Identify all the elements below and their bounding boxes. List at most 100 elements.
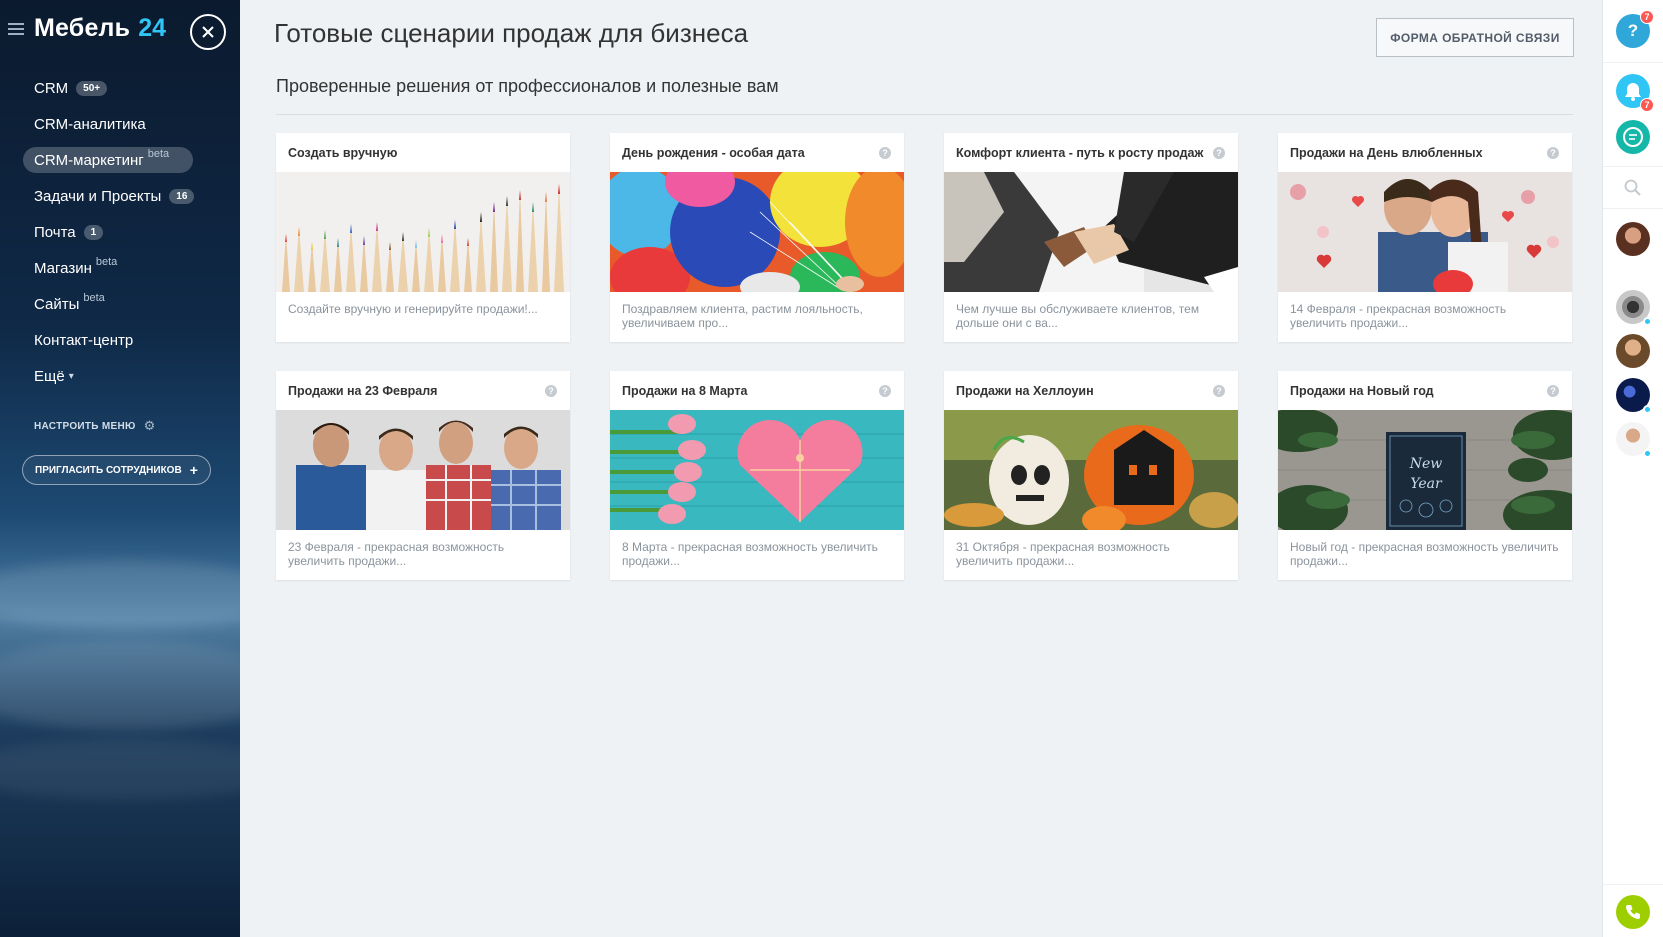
sidebar-item-label: Почта [34,223,76,241]
men-group-image [276,410,570,530]
sidebar-cloud-decor [0,560,240,630]
scenario-card[interactable]: Комфорт клиента - путь к росту продаж ? … [944,133,1238,342]
sidebar-item-label: Магазин [34,259,92,277]
scenario-card[interactable]: Продажи на Новый год ? New Year Новый го… [1278,371,1572,580]
feedback-form-button[interactable]: ФОРМА ОБРАТНОЙ СВЯЗИ [1376,18,1574,57]
card-title: Продажи на 8 Марта [622,383,748,398]
card-title: День рождения - особая дата [622,145,805,160]
close-button[interactable] [190,14,226,50]
sidebar-item-label: Задачи и Проекты [34,187,162,205]
sidebar-cloud-decor [0,740,240,800]
configure-menu-button[interactable]: НАСТРОИТЬ МЕНЮ ⚙ [34,418,156,434]
online-status-icon [1643,405,1652,414]
right-panel: ? 7 7 [1602,0,1663,937]
brand-name[interactable]: Мебель [34,14,130,43]
scenario-card[interactable]: Создать вручную Создайте вручную и генер… [276,133,570,342]
chevron-down-icon: ▾ [68,370,74,382]
card-description: 31 Октября - прекрасная возможность увел… [956,540,1170,568]
chat-button[interactable] [1616,120,1650,154]
handshake-image [944,172,1238,292]
sidebar-item-label: Ещё [34,367,65,385]
scenario-card[interactable]: Продажи на Хеллоуин ? 31 Октября - прекр… [944,371,1238,580]
help-icon[interactable]: ? [1213,384,1225,397]
gear-icon: ⚙ [143,418,156,433]
card-title: Продажи на Хеллоуин [956,383,1094,398]
avatar[interactable] [1616,378,1652,414]
page-subtitle: Проверенные решения от профессионалов и … [276,76,779,96]
sidebar-item-crm[interactable]: CRM 50+ [0,70,240,106]
card-description: 14 Февраля - прекрасная возможность увел… [1290,302,1507,330]
plus-icon: + [189,462,198,478]
avatar[interactable] [1616,290,1652,326]
invite-employees-button[interactable]: ПРИГЛАСИТЬ СОТРУДНИКОВ + [22,455,211,485]
avatar[interactable] [1616,422,1652,458]
hamburger-menu-icon[interactable] [8,22,24,35]
help-icon[interactable]: ? [545,384,557,397]
couple-image [1278,172,1572,292]
phone-button[interactable] [1616,895,1650,929]
card-title: Продажи на 23 Февраля [288,383,438,398]
search-button[interactable] [1623,178,1643,198]
brand: Мебель 24 [8,14,166,43]
left-sidebar: Мебель 24 CRM 50+ CRM-аналитика CRM-марк… [0,0,240,937]
help-icon[interactable]: ? [1213,146,1225,159]
card-title: Продажи на День влюбленных [1290,145,1483,160]
beta-label: beta [83,292,105,304]
card-title: Создать вручную [288,145,398,160]
help-badge: 7 [1640,10,1654,24]
avatar[interactable] [1616,334,1650,368]
help-icon[interactable]: ? [1547,146,1559,159]
phone-icon [1626,905,1640,919]
sidebar-item-contact-center[interactable]: Контакт-центр [0,322,240,358]
separator [1603,208,1663,209]
svg-text:Year: Year [1410,476,1443,492]
sidebar-item-crm-marketing[interactable]: CRM-маркетинг beta [0,142,240,178]
avatar[interactable] [1616,222,1650,256]
card-title: Комфорт клиента - путь к росту продаж [956,145,1204,160]
card-description: Создайте вручную и генерируйте продажи!.… [288,302,538,316]
sidebar-item-tasks[interactable]: Задачи и Проекты 16 [0,178,240,214]
main-content: Готовые сценарии продаж для бизнеса ФОРМ… [240,0,1602,937]
sidebar-item-label: Сайты [34,295,80,313]
sidebar-item-mail[interactable]: Почта 1 [0,214,240,250]
online-status-icon [1643,449,1652,458]
card-description: 8 Марта - прекрасная возможность увеличи… [622,540,878,568]
help-icon[interactable]: ? [879,384,891,397]
sidebar-item-label: CRM-маркетинг [34,151,144,169]
beta-label: beta [95,256,118,268]
help-icon[interactable]: ? [879,146,891,159]
sidebar-item-shop[interactable]: Магазин beta [0,250,240,286]
separator [1603,166,1663,167]
sidebar-item-label: CRM [34,79,69,97]
scenario-card[interactable]: Продажи на 23 Февраля ? 23 Февраля - пре… [276,371,570,580]
chat-icon [1623,127,1643,147]
help-button[interactable]: ? 7 [1616,10,1654,48]
help-icon[interactable]: ? [1547,384,1559,397]
beta-label: beta [147,148,170,160]
counter-badge: 1 [83,224,104,240]
sidebar-item-sites[interactable]: Сайты beta [0,286,240,322]
heart-box-image [610,410,904,530]
separator [1603,62,1663,63]
pumpkins-image [944,410,1238,530]
divider [276,114,1573,115]
configure-menu-label: НАСТРОИТЬ МЕНЮ [34,420,136,432]
card-description: Поздравляем клиента, растим лояльность, … [622,302,863,330]
page-title: Готовые сценарии продаж для бизнеса [274,18,749,48]
svg-text:New: New [1409,456,1443,472]
sidebar-cloud-decor [0,640,240,730]
brand-number[interactable]: 24 [138,14,166,43]
counter-badge: 50+ [76,80,108,96]
scenario-card[interactable]: Продажи на 8 Марта ? 8 Марта - прекрасна… [610,371,904,580]
sidebar-item-more[interactable]: Ещё ▾ [0,358,240,394]
scenario-card[interactable]: День рождения - особая дата ? Поздравляе… [610,133,904,342]
scenario-card[interactable]: Продажи на День влюбленных ? 14 Февраля … [1278,133,1572,342]
invite-label: ПРИГЛАСИТЬ СОТРУДНИКОВ [35,464,182,476]
close-icon [202,26,214,38]
sidebar-item-crm-analytics[interactable]: CRM-аналитика [0,106,240,142]
card-title: Продажи на Новый год [1290,383,1434,398]
online-status-icon [1643,317,1652,326]
notifications-button[interactable]: 7 [1616,74,1654,112]
search-icon [1624,179,1641,196]
sidebar-item-label: Контакт-центр [34,331,134,349]
